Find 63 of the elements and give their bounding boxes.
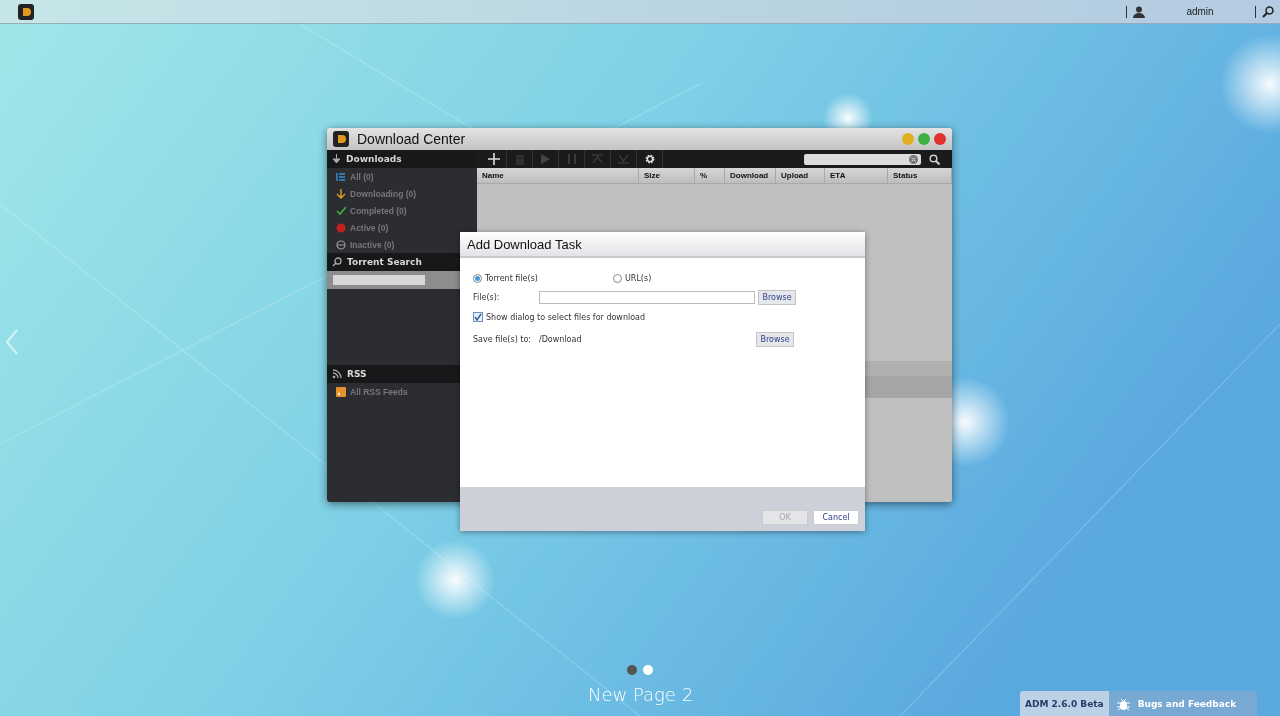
- save-path: /Download: [539, 334, 583, 344]
- sidebar-section-header[interactable]: Downloads: [327, 150, 477, 168]
- column-header[interactable]: Download: [725, 168, 776, 183]
- sidebar-item-label: Active (0): [350, 222, 389, 233]
- arrow-down-icon: [332, 154, 341, 164]
- page-dot[interactable]: [643, 665, 653, 675]
- sidebar-item-label: Downloading (0): [350, 188, 417, 199]
- checkmark-icon: [336, 205, 346, 216]
- app-logo-icon[interactable]: [18, 3, 34, 20]
- sidebar-item-label: All (0): [350, 171, 374, 182]
- section-title: RSS: [347, 369, 367, 379]
- input-field[interactable]: [539, 290, 755, 304]
- search-icon: [332, 257, 342, 267]
- checkbox[interactable]: [473, 312, 483, 322]
- plus-icon: [487, 153, 500, 165]
- dialog-title: Add Download Task: [460, 232, 865, 258]
- browse-button[interactable]: Browse: [756, 331, 794, 347]
- trash-icon: [514, 153, 525, 165]
- window-title: Download Center: [357, 131, 467, 147]
- field-label: Save file(s) to:: [473, 334, 533, 344]
- maximize-button[interactable]: [918, 133, 930, 145]
- radio-option[interactable]: URL(s): [613, 273, 753, 283]
- user-icon[interactable]: [1133, 5, 1145, 18]
- sidebar-item-label: Inactive (0): [350, 239, 395, 250]
- search-field[interactable]: [333, 275, 425, 285]
- rss-icon: [332, 369, 342, 379]
- user-name[interactable]: admin: [1145, 6, 1255, 17]
- clear-icon[interactable]: [909, 154, 918, 164]
- close-button[interactable]: [934, 133, 946, 145]
- page-title: New Page 2: [588, 684, 694, 705]
- column-header[interactable]: Upload: [776, 168, 825, 183]
- column-header[interactable]: %: [695, 168, 725, 183]
- version-label: ADM 2.6.0 Beta: [1020, 691, 1109, 716]
- sidebar-item-label: All RSS Feeds: [350, 386, 408, 397]
- radio-label: Torrent file(s): [485, 273, 538, 283]
- search-icon[interactable]: [929, 153, 940, 165]
- settings-icon: [643, 153, 656, 165]
- column-header[interactable]: ETA: [825, 168, 888, 183]
- list-icon: [336, 171, 346, 182]
- minus-circle-icon: [336, 239, 346, 250]
- rss-icon: [336, 386, 346, 397]
- app-logo-icon: [333, 131, 349, 147]
- column-header[interactable]: Name: [477, 168, 639, 183]
- column-header[interactable]: Status: [888, 168, 952, 183]
- search-field[interactable]: [804, 153, 921, 165]
- arrow-down-icon: [336, 188, 346, 199]
- cancel-button[interactable]: Cancel: [813, 510, 859, 525]
- field-label: File(s):: [473, 292, 501, 302]
- column-header[interactable]: Size: [639, 168, 695, 183]
- play-icon: [541, 154, 550, 164]
- pause-icon: [567, 154, 576, 164]
- section-title: Downloads: [346, 154, 402, 164]
- search-icon[interactable]: [1262, 5, 1274, 18]
- browse-button[interactable]: Browse: [758, 289, 796, 305]
- checkbox-label: Show dialog to select files for download: [486, 312, 646, 322]
- page-dot[interactable]: [627, 665, 637, 675]
- bug-icon: [1116, 697, 1130, 711]
- sidebar-item-label: Completed (0): [350, 205, 407, 216]
- move-bottom-icon: [618, 154, 629, 164]
- section-title: Torrent Search: [347, 257, 422, 267]
- move-top-icon: [592, 154, 603, 164]
- radio-label: URL(s): [625, 273, 652, 283]
- radio-option[interactable]: Torrent file(s): [473, 273, 613, 283]
